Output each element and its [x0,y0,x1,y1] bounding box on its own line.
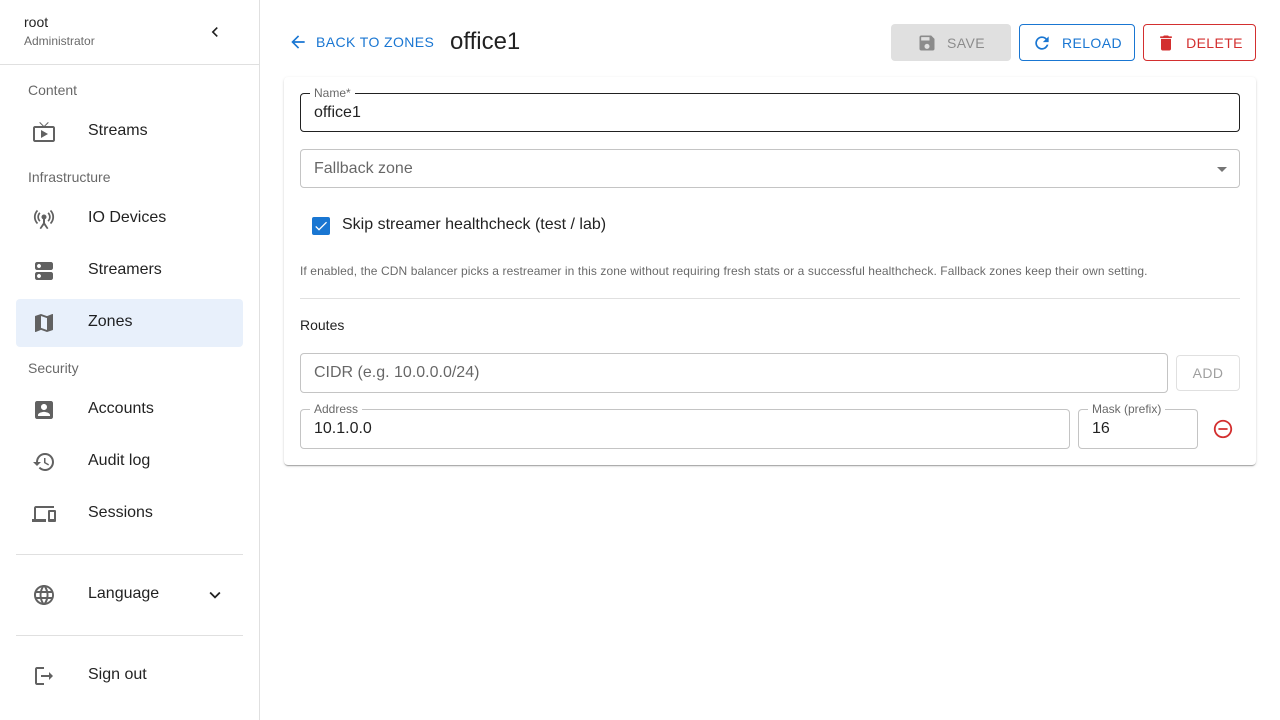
section-label-infrastructure: Infrastructure [28,169,111,185]
back-to-zones-label: BACK TO ZONES [316,34,435,50]
sidebar-item-audit-log[interactable]: Audit log [16,438,243,486]
sidebar-item-sessions[interactable]: Sessions [16,490,243,538]
devices-icon [32,502,56,526]
user-name: root [24,14,49,30]
user-role: Administrator [24,34,95,48]
name-field[interactable]: Name* office1 [300,86,1240,132]
language-label: Language [88,585,160,602]
globe-icon [32,583,56,607]
sidebar-item-label: Streams [88,122,148,139]
delete-label: DELETE [1186,34,1243,51]
address-value: 10.1.0.0 [314,420,372,437]
section-label-content: Content [28,82,78,98]
sidebar-item-streamers[interactable]: Streamers [16,247,243,295]
fallback-zone-select[interactable]: Fallback zone [300,149,1240,188]
save-icon [917,33,937,53]
address-label: Address [310,402,363,416]
sidebar-item-io-devices[interactable]: IO Devices [16,195,243,243]
fallback-zone-placeholder: Fallback zone [314,160,413,177]
save-button[interactable]: SAVE [891,24,1011,61]
add-route-button[interactable]: ADD [1176,355,1240,391]
card-divider [300,298,1240,299]
chevron-down-icon [203,583,227,607]
user-block: root Administrator [0,0,259,65]
dropdown-arrow-icon [1217,167,1227,172]
logout-icon [32,664,56,688]
skip-healthcheck-label[interactable]: Skip streamer healthcheck (test / lab) [342,216,606,234]
route-mask-field[interactable]: Mask (prefix) 16 [1078,402,1198,449]
save-label: SAVE [947,34,985,51]
name-value: office1 [314,104,361,121]
cidr-placeholder: CIDR (e.g. 10.0.0.0/24) [314,364,480,381]
language-selector[interactable]: Language [16,571,243,619]
sidebar-item-label: IO Devices [88,209,167,226]
collapse-sidebar-button[interactable] [199,16,231,48]
remove-route-button[interactable] [1210,416,1236,442]
refresh-icon [1032,33,1052,53]
mask-value: 16 [1092,420,1110,437]
sidebar: root Administrator Content Streams Infra… [0,0,260,720]
antenna-icon [32,207,56,231]
check-icon [315,221,327,231]
arrow-left-icon [288,32,308,52]
history-icon [32,450,56,474]
tv-icon [32,120,56,144]
delete-button[interactable]: DELETE [1143,24,1256,61]
routes-label: Routes [300,317,345,333]
reload-button[interactable]: RELOAD [1019,24,1135,61]
sidebar-item-label: Zones [88,313,133,330]
reload-label: RELOAD [1062,34,1122,51]
sidebar-item-label: Sessions [88,504,153,521]
sidebar-item-label: Audit log [88,452,151,469]
name-field-label: Name* [310,86,355,100]
sidebar-divider [16,635,243,636]
trash-icon [1156,33,1176,53]
route-address-field[interactable]: Address 10.1.0.0 [300,402,1070,449]
helper-text: If enabled, the CDN balancer picks a res… [300,264,1148,278]
sidebar-item-accounts[interactable]: Accounts [16,386,243,434]
map-icon [32,311,56,335]
sidebar-item-zones[interactable]: Zones [16,299,243,347]
account-box-icon [32,398,56,422]
section-label-security: Security [28,360,79,376]
remove-circle-icon [1213,419,1233,439]
cidr-input[interactable]: CIDR (e.g. 10.0.0.0/24) [300,353,1168,393]
page-title: office1 [450,28,521,55]
sidebar-item-streams[interactable]: Streams [16,108,243,156]
mask-label: Mask (prefix) [1088,402,1166,416]
server-icon [32,259,56,283]
skip-healthcheck-checkbox[interactable] [312,217,330,235]
signout-button[interactable]: Sign out [16,652,243,700]
sidebar-divider [16,554,243,555]
signout-label: Sign out [88,666,147,683]
chevron-left-icon [211,27,218,37]
sidebar-item-label: Streamers [88,261,162,278]
back-to-zones-link[interactable]: BACK TO ZONES [288,30,434,54]
sidebar-item-label: Accounts [88,400,154,417]
